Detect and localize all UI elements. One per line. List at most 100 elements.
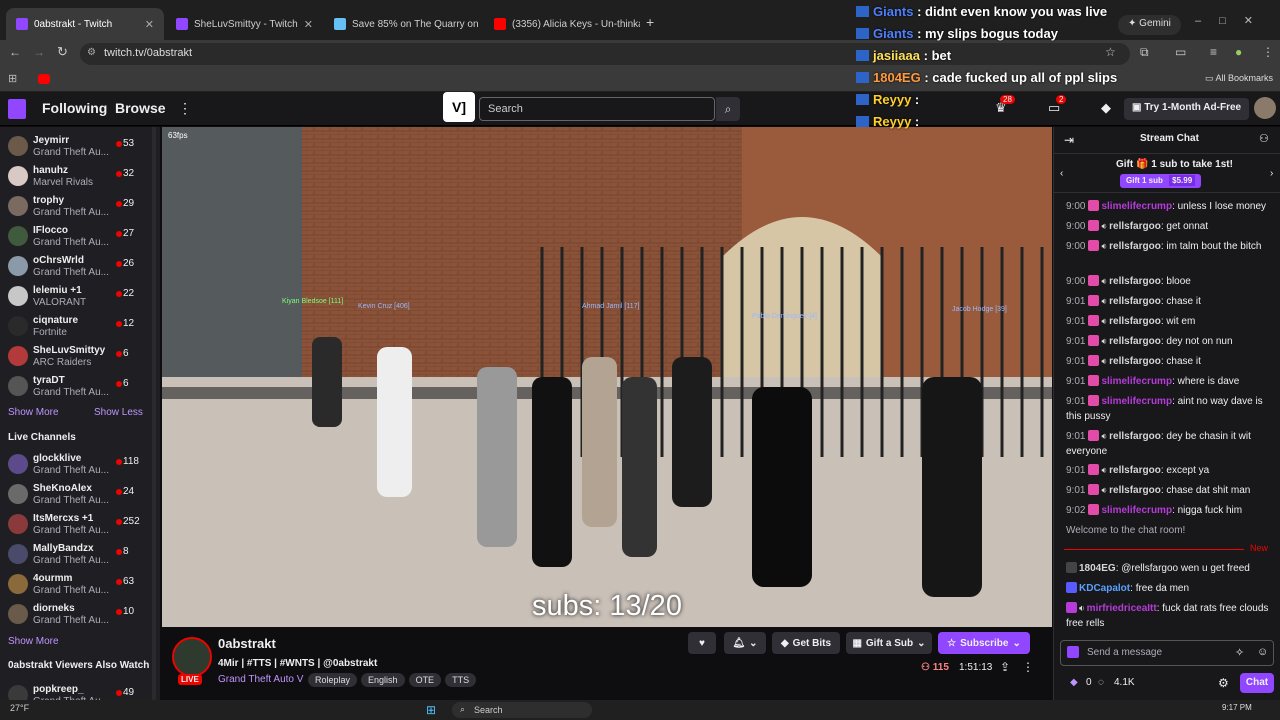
emote-smiley-icon[interactable]: ☺ <box>1257 646 1268 658</box>
sidebar-channel[interactable]: hanuhz Marvel Rivals 32 <box>0 160 160 190</box>
show-more-link-2[interactable]: Show More <box>8 636 59 647</box>
close-icon[interactable]: ✕ <box>145 18 154 31</box>
chat-username[interactable]: mirfriedriceaItt <box>1087 603 1157 614</box>
sidebar-channel[interactable]: diorneks Grand Theft Au... 10 <box>0 598 160 628</box>
gift-sub-button[interactable]: ▦ Gift a Sub ⌄ <box>846 632 932 654</box>
sidebar-channel[interactable]: 4ourmm Grand Theft Au... 63 <box>0 568 160 598</box>
extension-logo-icon[interactable]: V] <box>443 92 475 122</box>
chat-username[interactable]: rellsfargoo <box>1109 431 1161 442</box>
community-icon[interactable]: ⚇ <box>1259 132 1269 145</box>
more-dots-icon[interactable]: ⋮ <box>178 100 192 117</box>
chat-send-button[interactable]: Chat <box>1240 673 1274 693</box>
browser-tab-steam[interactable]: Save 85% on The Quarry on St ✕ <box>324 8 482 40</box>
sidebar-scrollbar[interactable] <box>152 127 156 700</box>
chat-username[interactable]: rellsfargoo <box>1109 485 1161 496</box>
weather-temp[interactable]: 27°F <box>10 703 29 713</box>
chat-username[interactable]: slimelifecrump <box>1101 376 1172 387</box>
more-options-icon[interactable]: ⋮ <box>1022 660 1034 674</box>
sidebar-channel[interactable]: SheKnoAlex Grand Theft Au... 24 <box>0 478 160 508</box>
windows-start-icon[interactable]: ⊞ <box>426 703 436 717</box>
sidebar-channel[interactable]: MallyBandzx Grand Theft Au... 8 <box>0 538 160 568</box>
chat-username[interactable]: KDCapalot <box>1079 583 1130 594</box>
bits-cheer-icon[interactable]: ✧ <box>1235 646 1244 659</box>
bits-balance-icon[interactable]: ◆ <box>1070 677 1078 688</box>
sidebar-channel[interactable]: trophy Grand Theft Au... 29 <box>0 190 160 220</box>
user-avatar[interactable] <box>1254 97 1276 119</box>
share-icon[interactable]: ⇪ <box>1000 660 1010 674</box>
forward-arrow-icon[interactable]: → <box>33 45 45 59</box>
ad-free-button[interactable]: ▣ Try 1-Month Ad-Free <box>1124 98 1250 120</box>
chat-username[interactable]: rellsfargoo <box>1109 296 1161 307</box>
sidebar-channel[interactable]: popkreep_Grand Theft Au...49 <box>0 679 160 700</box>
chat-username[interactable]: rellsfargoo <box>1109 465 1161 476</box>
chat-username[interactable]: rellsfargoo <box>1109 356 1161 367</box>
chat-username[interactable]: 1804EG <box>1079 563 1116 574</box>
sidebar-channel[interactable]: ciqnature Fortnite 12 <box>0 310 160 340</box>
chat-username[interactable]: rellsfargoo <box>1109 316 1161 327</box>
extensions-icon[interactable]: ⧉ <box>1140 45 1149 60</box>
browser-tab-sheluvsmittyy[interactable]: SheLuvSmittyy - Twitch ✕ <box>166 8 322 40</box>
more-menu-icon[interactable]: ⋮ <box>1262 45 1274 59</box>
browser-tab-youtube[interactable]: (3356) Alicia Keys - Un-thinkab ✕ <box>484 8 640 40</box>
reload-icon[interactable]: ↻ <box>57 44 68 60</box>
twitch-logo-icon[interactable] <box>8 99 26 119</box>
collapse-chat-icon[interactable]: ⇥ <box>1064 133 1074 147</box>
new-tab-button[interactable]: + <box>646 14 654 30</box>
sidebar-channel[interactable]: oChrsWrld Grand Theft Au... 26 <box>0 250 160 280</box>
cast-icon[interactable]: ▭ <box>1175 45 1186 59</box>
media-icon[interactable]: ≡ <box>1210 45 1217 59</box>
close-icon[interactable]: ✕ <box>304 18 313 31</box>
sidebar-channel[interactable]: tyraDT Grand Theft Au... 6 <box>0 370 160 400</box>
taskbar-search[interactable]: ⌕ Search <box>452 702 592 718</box>
window-controls[interactable]: –□✕ <box>1195 14 1271 27</box>
chevron-left-icon[interactable]: ‹ <box>1060 168 1063 179</box>
nav-following[interactable]: Following <box>42 100 107 116</box>
browser-tab-0abstrakt[interactable]: 0abstrakt - Twitch ✕ <box>6 8 164 40</box>
notification-bell-button[interactable]: 🔔︎ ⌄ <box>724 632 766 654</box>
tag-tts[interactable]: TTS <box>445 673 477 687</box>
site-info-icon[interactable]: ⚙ <box>87 47 96 58</box>
chat-settings-gear-icon[interactable]: ⚙ <box>1218 676 1229 690</box>
video-player[interactable]: 63fps Kiyan Bledsoe [111] Kevin Cruz [40… <box>162 127 1052 627</box>
subscribe-button[interactable]: ☆ Subscribe ⌄ <box>938 632 1030 654</box>
sidebar-channel[interactable]: SheLuvSmittyy ARC Raiders 6 <box>0 340 160 370</box>
sidebar-channel[interactable]: lelemiu +1 VALORANT 22 <box>0 280 160 310</box>
sidebar-channel[interactable]: ItsMercxs +1 Grand Theft Au... 252 <box>0 508 160 538</box>
youtube-bookmark-icon[interactable] <box>38 74 50 84</box>
chevron-right-icon[interactable]: › <box>1270 168 1273 179</box>
tag-english[interactable]: English <box>361 673 405 687</box>
channel-name[interactable]: 0abstrakt <box>218 636 276 651</box>
nav-browse[interactable]: Browse <box>115 100 166 116</box>
apps-grid-icon[interactable]: ⊞ <box>8 72 17 85</box>
chat-username[interactable]: rellsfargoo <box>1109 336 1161 347</box>
search-input[interactable]: Search <box>479 97 715 121</box>
channel-avatar[interactable] <box>172 637 212 677</box>
chat-username[interactable]: slimelifecrump <box>1101 396 1172 407</box>
chat-username[interactable]: rellsfargoo <box>1109 276 1161 287</box>
game-category-link[interactable]: Grand Theft Auto V <box>218 674 303 685</box>
chat-username[interactable]: slimelifecrump <box>1101 201 1172 212</box>
tag-ote[interactable]: OTE <box>408 673 442 687</box>
search-icon[interactable]: ⌕ <box>716 97 740 121</box>
get-bits-button[interactable]: ◆ Get Bits <box>772 632 840 654</box>
sidebar-channel[interactable]: Jeymirr Grand Theft Au... 53 <box>0 130 160 160</box>
show-more-link[interactable]: Show More <box>8 407 59 418</box>
chat-badge-icon[interactable] <box>1067 646 1079 658</box>
gift-one-sub-button[interactable]: Gift 1 sub $5.99 <box>1120 174 1202 188</box>
chat-username[interactable]: rellsfargoo <box>1109 221 1161 232</box>
channel-points-icon[interactable]: ◌ <box>1098 677 1104 688</box>
sidebar-channel[interactable]: IFlocco Grand Theft Au... 27 <box>0 220 160 250</box>
channel-category: Grand Theft Au... <box>33 237 109 248</box>
clock-time[interactable]: 9:17 PM <box>1222 703 1252 712</box>
follow-heart-button[interactable]: ♥ <box>688 632 716 654</box>
bell-icon: 🔔︎ <box>732 637 746 649</box>
back-arrow-icon[interactable]: ← <box>9 45 21 59</box>
all-bookmarks-link[interactable]: ▭ All Bookmarks <box>1205 73 1273 84</box>
chat-input[interactable]: Send a message ✧ ☺ <box>1060 640 1274 666</box>
sidebar-channel[interactable]: glockklive Grand Theft Au... 118 <box>0 448 160 478</box>
profile-icon[interactable]: ● <box>1235 45 1242 59</box>
show-less-link[interactable]: Show Less <box>94 407 143 418</box>
chat-username[interactable]: rellsfargoo <box>1109 241 1161 252</box>
tag-roleplay[interactable]: Roleplay <box>308 673 358 687</box>
chat-username[interactable]: slimelifecrump <box>1101 505 1172 516</box>
